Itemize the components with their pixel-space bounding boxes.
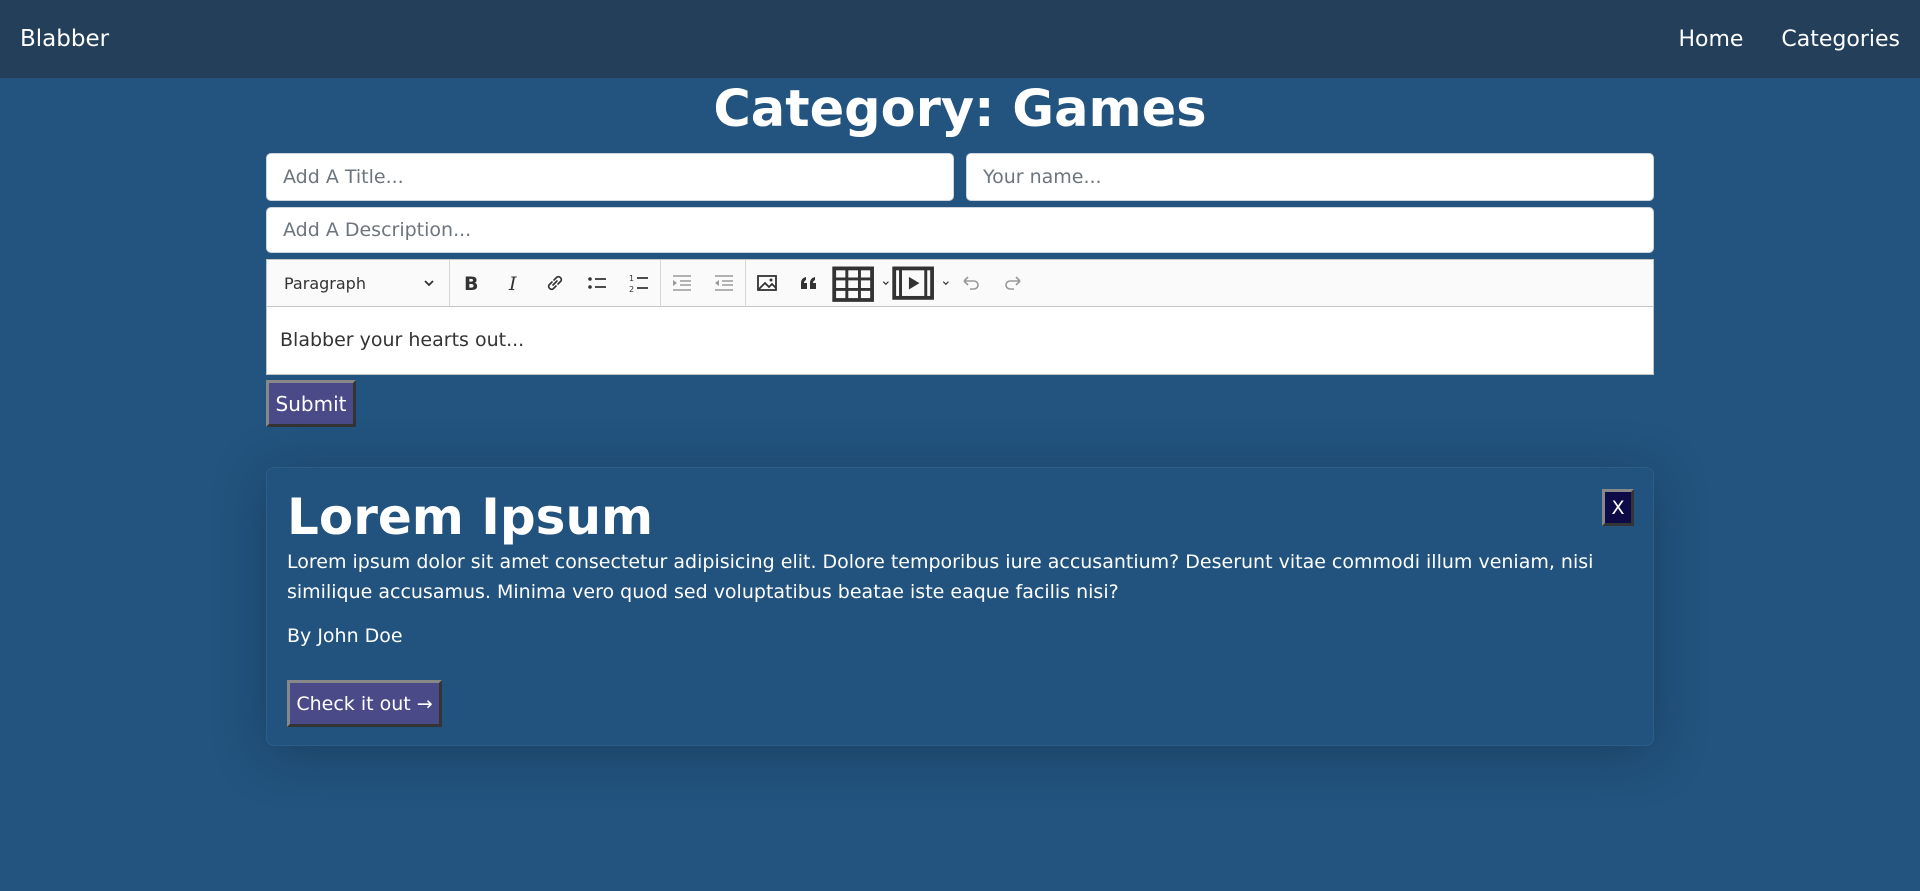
undo-icon [963, 276, 979, 290]
post-title: Lorem Ipsum [287, 488, 654, 546]
svg-text:2: 2 [629, 285, 634, 294]
bulleted-list-icon [588, 277, 606, 289]
title-input[interactable]: Add A Title... [266, 153, 954, 201]
numbered-list-icon: 12 [629, 274, 648, 294]
brand-logo[interactable]: Blabber [20, 26, 109, 52]
undo-button[interactable] [950, 260, 992, 306]
svg-text:1: 1 [629, 274, 634, 283]
heading-select-label: Paragraph [284, 273, 366, 293]
media-button[interactable] [890, 260, 950, 306]
bulleted-list-button[interactable] [576, 260, 618, 306]
table-button[interactable] [830, 260, 890, 306]
description-input[interactable]: Add A Description... [266, 207, 1654, 253]
close-button[interactable]: X [1602, 489, 1634, 526]
image-icon [757, 275, 777, 291]
bold-icon: B [464, 273, 478, 294]
quote-icon [801, 277, 816, 289]
italic-button[interactable]: I [492, 260, 534, 306]
redo-button[interactable] [992, 260, 1034, 306]
media-icon [892, 266, 934, 300]
indent-button[interactable] [661, 260, 703, 306]
editor-body[interactable]: Blabber your hearts out... [267, 307, 1653, 373]
navbar: Blabber Home Categories [0, 0, 1920, 78]
outdent-button[interactable] [703, 260, 745, 306]
image-button[interactable] [746, 260, 788, 306]
link-icon [547, 275, 563, 291]
post-card: Lorem Ipsum Lorem ipsum dolor sit amet c… [266, 467, 1654, 746]
name-input[interactable]: Your name... [966, 153, 1654, 201]
table-icon [832, 266, 874, 302]
nav-links: Home Categories [1640, 27, 1900, 52]
numbered-list-button[interactable]: 12 [618, 260, 660, 306]
chevron-down-icon [883, 281, 890, 286]
nav-link-home[interactable]: Home [1678, 27, 1743, 52]
page-title: Category: Games [713, 80, 1207, 139]
submit-button[interactable]: Submit [266, 380, 356, 427]
check-it-out-button[interactable]: Check it out → [287, 680, 442, 727]
redo-icon [1005, 276, 1021, 290]
nav-link-categories[interactable]: Categories [1781, 27, 1900, 52]
outdent-icon [715, 275, 733, 291]
rich-text-editor: Paragraph B I 12 Blabber your hearts out… [266, 259, 1654, 375]
quote-button[interactable] [788, 260, 830, 306]
chevron-down-icon [943, 281, 950, 286]
indent-icon [673, 275, 691, 291]
editor-toolbar: Paragraph B I 12 [267, 259, 1653, 307]
svg-text:I: I [508, 273, 517, 294]
chevron-down-icon [424, 280, 434, 287]
bold-button[interactable]: B [450, 260, 492, 306]
post-description: Lorem ipsum dolor sit amet consectetur a… [287, 551, 1594, 603]
link-button[interactable] [534, 260, 576, 306]
heading-select[interactable]: Paragraph [267, 260, 450, 306]
post-author: By John Doe [287, 625, 403, 647]
svg-text:B: B [464, 273, 478, 294]
italic-icon: I [508, 273, 517, 294]
